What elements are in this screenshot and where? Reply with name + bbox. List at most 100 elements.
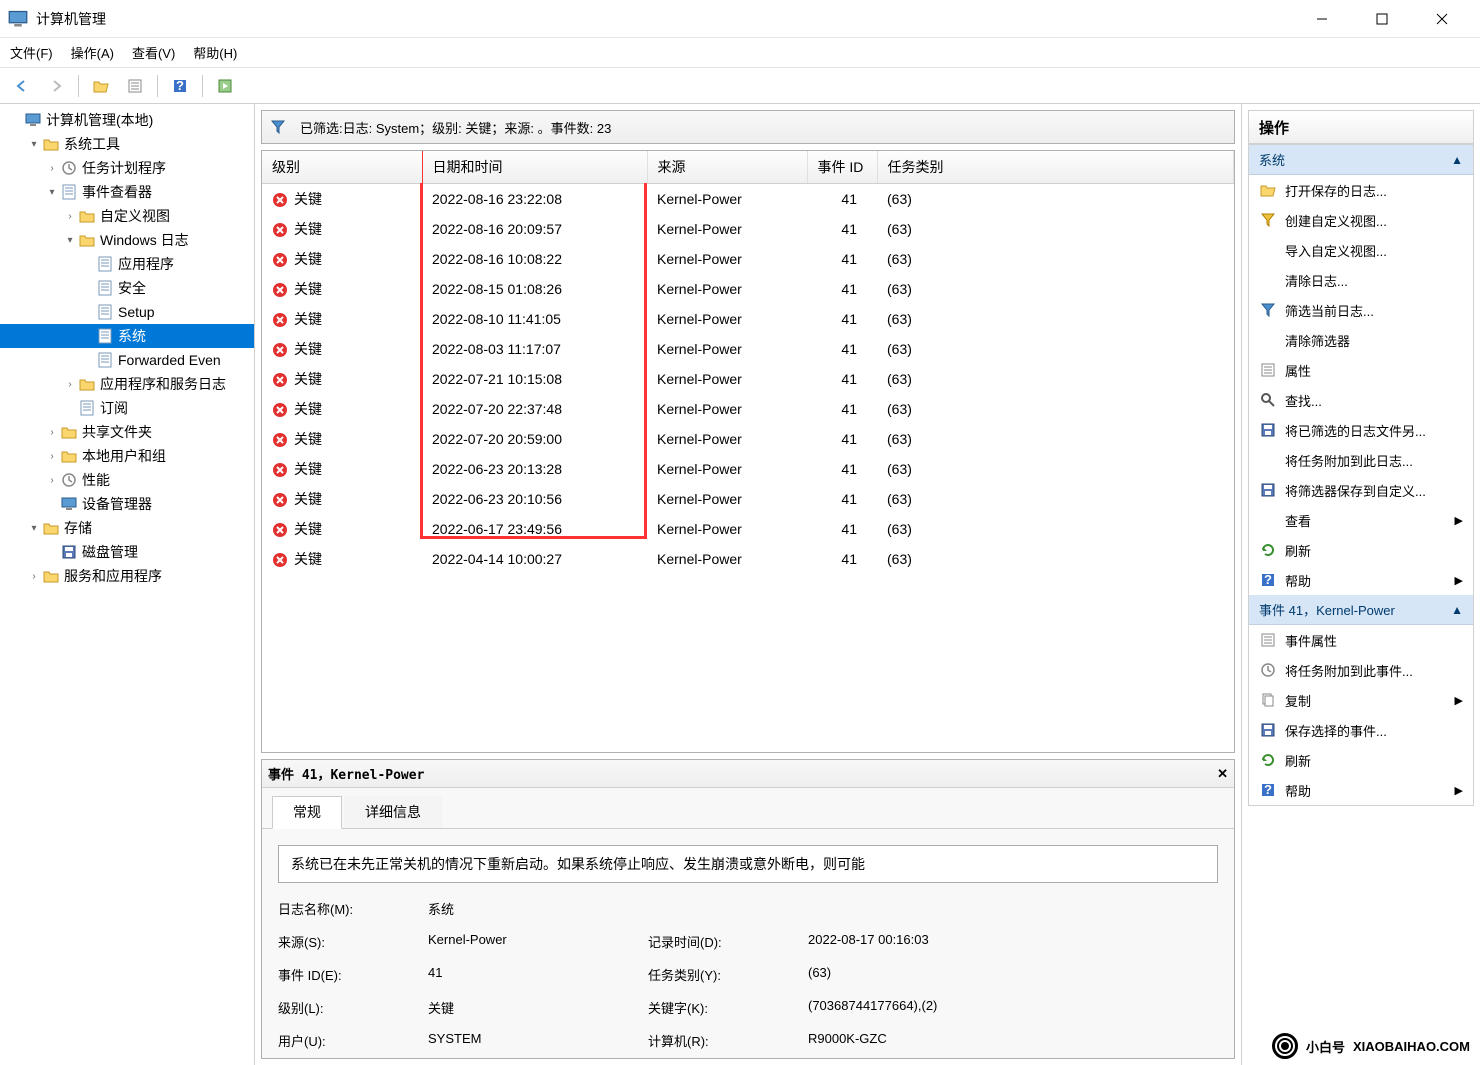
- tree-arrow-icon[interactable]: ›: [44, 160, 60, 176]
- table-row[interactable]: 关键 2022-08-03 11:17:07Kernel-Power41(63): [262, 334, 1234, 364]
- tab-details[interactable]: 详细信息: [344, 796, 442, 828]
- back-button[interactable]: [8, 72, 36, 100]
- tree-item[interactable]: › 服务和应用程序: [0, 564, 254, 588]
- tree-item[interactable]: 设备管理器: [0, 492, 254, 516]
- action-item[interactable]: 保存选择的事件...: [1249, 715, 1473, 745]
- action-item[interactable]: 导入自定义视图...: [1249, 235, 1473, 265]
- tree-arrow-icon[interactable]: ▾: [62, 232, 78, 248]
- menu-help[interactable]: 帮助(H): [193, 43, 237, 62]
- action-item[interactable]: 将任务附加到此事件...: [1249, 655, 1473, 685]
- table-row[interactable]: 关键 2022-08-10 11:41:05Kernel-Power41(63): [262, 304, 1234, 334]
- tree-item[interactable]: 安全: [0, 276, 254, 300]
- tree-item[interactable]: ▾ 系统工具: [0, 132, 254, 156]
- action-item[interactable]: 属性: [1249, 355, 1473, 385]
- table-row[interactable]: 关键 2022-04-14 10:00:27Kernel-Power41(63): [262, 544, 1234, 574]
- column-header[interactable]: 任务类别: [877, 151, 1234, 184]
- tree-arrow-icon[interactable]: [44, 496, 60, 512]
- tree-item[interactable]: 系统: [0, 324, 254, 348]
- table-row[interactable]: 关键 2022-08-16 10:08:22Kernel-Power41(63): [262, 244, 1234, 274]
- tree-item[interactable]: › 性能: [0, 468, 254, 492]
- tree-item[interactable]: ▾ 存储: [0, 516, 254, 540]
- tree-item[interactable]: ▾ Windows 日志: [0, 228, 254, 252]
- up-button[interactable]: [87, 72, 115, 100]
- tree-item[interactable]: 订阅: [0, 396, 254, 420]
- tree-arrow-icon[interactable]: ›: [62, 208, 78, 224]
- minimize-button[interactable]: [1292, 0, 1352, 38]
- action-item[interactable]: 查看 ▶: [1249, 505, 1473, 535]
- table-row[interactable]: 关键 2022-06-23 20:13:28Kernel-Power41(63): [262, 454, 1234, 484]
- action-item[interactable]: 复制 ▶: [1249, 685, 1473, 715]
- actions-section2-header[interactable]: 事件 41，Kernel-Power ▲: [1249, 595, 1473, 625]
- tree-arrow-icon[interactable]: ▾: [26, 136, 42, 152]
- action-item[interactable]: 刷新: [1249, 745, 1473, 775]
- action-item[interactable]: 打开保存的日志...: [1249, 175, 1473, 205]
- action-item[interactable]: 将已筛选的日志文件另...: [1249, 415, 1473, 445]
- maximize-button[interactable]: [1352, 0, 1412, 38]
- action-item[interactable]: 帮助 ▶: [1249, 775, 1473, 805]
- close-button[interactable]: [1412, 0, 1472, 38]
- table-row[interactable]: 关键 2022-06-23 20:10:56Kernel-Power41(63): [262, 484, 1234, 514]
- action-item[interactable]: 创建自定义视图...: [1249, 205, 1473, 235]
- help-toolbar-button[interactable]: [166, 72, 194, 100]
- action-item[interactable]: 清除筛选器: [1249, 325, 1473, 355]
- action-item[interactable]: 清除日志...: [1249, 265, 1473, 295]
- table-row[interactable]: 关键 2022-08-16 23:22:08Kernel-Power41(63): [262, 184, 1234, 215]
- table-row[interactable]: 关键 2022-06-17 23:49:56Kernel-Power41(63): [262, 514, 1234, 544]
- table-row[interactable]: 关键 2022-07-21 10:15:08Kernel-Power41(63): [262, 364, 1234, 394]
- tree-item[interactable]: › 本地用户和组: [0, 444, 254, 468]
- tree-pane[interactable]: 计算机管理(本地) ▾ 系统工具 › 任务计划程序 ▾ 事件查看器 › 自定义视…: [0, 104, 255, 1065]
- action-item[interactable]: 筛选当前日志...: [1249, 295, 1473, 325]
- tree-arrow-icon[interactable]: [80, 304, 96, 320]
- table-row[interactable]: 关键 2022-07-20 20:59:00Kernel-Power41(63): [262, 424, 1234, 454]
- tree-arrow-icon[interactable]: [8, 112, 24, 128]
- table-row[interactable]: 关键 2022-08-16 20:09:57Kernel-Power41(63): [262, 214, 1234, 244]
- tree-arrow-icon[interactable]: ▾: [26, 520, 42, 536]
- detail-close-icon[interactable]: ✕: [1217, 766, 1228, 782]
- tree-arrow-icon[interactable]: ›: [26, 568, 42, 584]
- table-row[interactable]: 关键 2022-08-15 01:08:26Kernel-Power41(63): [262, 274, 1234, 304]
- preview-button[interactable]: [211, 72, 239, 100]
- collapse-icon[interactable]: ▲: [1451, 153, 1463, 167]
- action-item[interactable]: 查找...: [1249, 385, 1473, 415]
- tree-arrow-icon[interactable]: ▾: [44, 184, 60, 200]
- tree-arrow-icon[interactable]: [62, 400, 78, 416]
- action-item[interactable]: 将任务附加到此日志...: [1249, 445, 1473, 475]
- tree-item[interactable]: Forwarded Even: [0, 348, 254, 372]
- table-row[interactable]: 关键 2022-07-20 22:37:48Kernel-Power41(63): [262, 394, 1234, 424]
- action-item[interactable]: 刷新: [1249, 535, 1473, 565]
- forward-button[interactable]: [42, 72, 70, 100]
- tree-arrow-icon[interactable]: [80, 328, 96, 344]
- tree-item[interactable]: 计算机管理(本地): [0, 108, 254, 132]
- tab-general[interactable]: 常规: [272, 796, 342, 829]
- menu-action[interactable]: 操作(A): [71, 43, 114, 62]
- column-header[interactable]: 日期和时间: [422, 151, 647, 184]
- tree-item[interactable]: 磁盘管理: [0, 540, 254, 564]
- tree-arrow-icon[interactable]: [80, 352, 96, 368]
- tree-item[interactable]: › 共享文件夹: [0, 420, 254, 444]
- menu-file[interactable]: 文件(F): [10, 43, 53, 62]
- tree-arrow-icon[interactable]: ›: [44, 424, 60, 440]
- tree-arrow-icon[interactable]: ›: [62, 376, 78, 392]
- action-item[interactable]: 将筛选器保存到自定义...: [1249, 475, 1473, 505]
- tree-arrow-icon[interactable]: ›: [44, 448, 60, 464]
- column-header[interactable]: 级别: [262, 151, 422, 184]
- action-item[interactable]: 帮助 ▶: [1249, 565, 1473, 595]
- menu-view[interactable]: 查看(V): [132, 43, 175, 62]
- tree-item[interactable]: ▾ 事件查看器: [0, 180, 254, 204]
- tree-item[interactable]: › 自定义视图: [0, 204, 254, 228]
- column-header[interactable]: 事件 ID: [807, 151, 877, 184]
- tree-arrow-icon[interactable]: [80, 280, 96, 296]
- tree-arrow-icon[interactable]: ›: [44, 472, 60, 488]
- collapse-icon[interactable]: ▲: [1451, 603, 1463, 617]
- tree-item[interactable]: › 应用程序和服务日志: [0, 372, 254, 396]
- tree-arrow-icon[interactable]: [80, 256, 96, 272]
- tree-arrow-icon[interactable]: [44, 544, 60, 560]
- column-header[interactable]: 来源: [647, 151, 807, 184]
- tree-item[interactable]: 应用程序: [0, 252, 254, 276]
- action-item[interactable]: 事件属性: [1249, 625, 1473, 655]
- actions-section1-header[interactable]: 系统 ▲: [1249, 145, 1473, 175]
- tree-item[interactable]: Setup: [0, 300, 254, 324]
- tree-item[interactable]: › 任务计划程序: [0, 156, 254, 180]
- event-table[interactable]: 级别日期和时间来源事件 ID任务类别 关键 2022-08-16 23:22:0…: [261, 150, 1235, 753]
- properties-button[interactable]: [121, 72, 149, 100]
